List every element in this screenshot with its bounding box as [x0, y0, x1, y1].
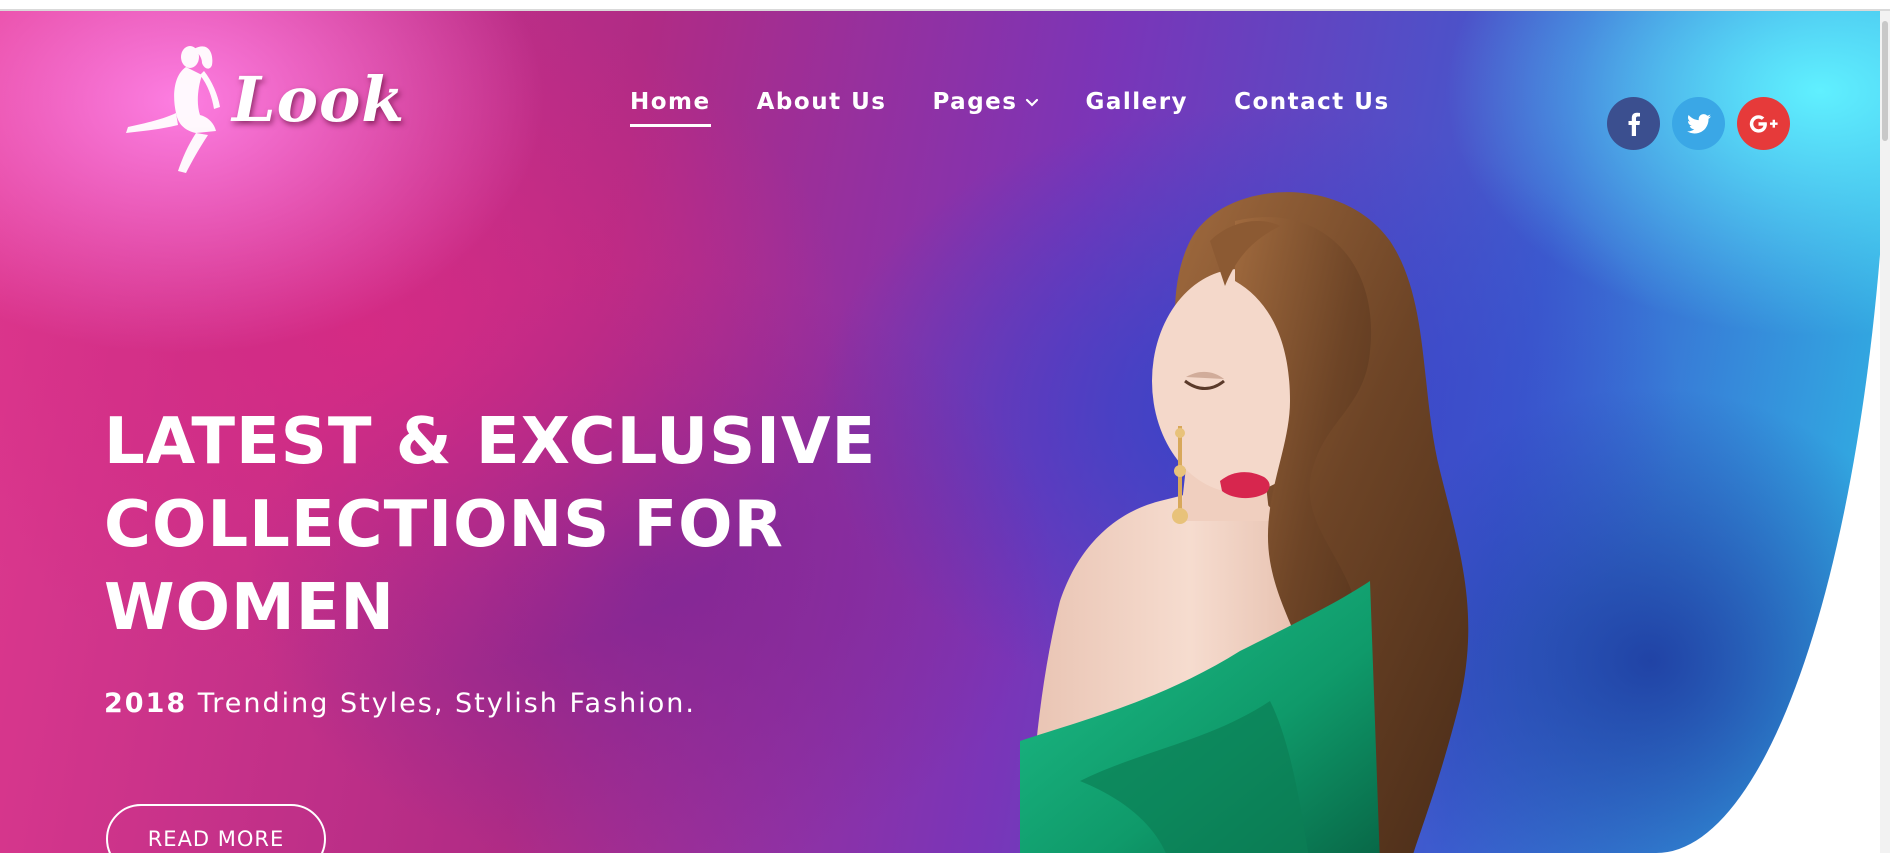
twitter-icon: [1686, 113, 1711, 133]
headline-line-3: WOMEN: [104, 571, 395, 645]
nav-pages-label: Pages: [932, 89, 1018, 115]
subline-year: 2018: [104, 688, 188, 719]
nav-about-us[interactable]: About Us: [757, 89, 887, 127]
subline-text: Trending Styles, Stylish Fashion.: [187, 688, 696, 719]
logo-silhouette-icon: [126, 46, 220, 173]
hero-subline: 2018 Trending Styles, Stylish Fashion.: [104, 688, 696, 719]
nav-home[interactable]: Home: [630, 89, 711, 127]
headline-line-2: COLLECTIONS FOR: [104, 488, 784, 562]
hero-headline: LATEST & EXCLUSIVE COLLECTIONS FOR WOMEN: [104, 401, 877, 650]
main-nav: Home About Us Pages Gallery Contact Us: [630, 89, 1436, 127]
facebook-icon: [1628, 112, 1640, 136]
nav-gallery[interactable]: Gallery: [1085, 89, 1188, 127]
browser-top-edge: [0, 0, 1890, 11]
hero-section: Look Home About Us Pages Gallery Contact…: [0, 11, 1890, 853]
nav-pages[interactable]: Pages: [932, 89, 1039, 127]
chevron-down-icon: [1026, 98, 1039, 107]
scrollbar-thumb[interactable]: [1882, 21, 1888, 141]
nav-contact-us[interactable]: Contact Us: [1234, 89, 1390, 127]
page-scrollbar[interactable]: [1880, 11, 1890, 853]
logo-text: Look: [232, 63, 406, 136]
google-plus-icon: [1749, 114, 1778, 133]
twitter-button[interactable]: [1672, 97, 1725, 150]
read-more-button[interactable]: READ MORE: [106, 804, 326, 853]
model-photo: [1020, 192, 1469, 853]
google-plus-button[interactable]: [1737, 97, 1790, 150]
social-links: [1607, 97, 1802, 150]
facebook-button[interactable]: [1607, 97, 1660, 150]
headline-line-1: LATEST & EXCLUSIVE: [104, 405, 877, 479]
